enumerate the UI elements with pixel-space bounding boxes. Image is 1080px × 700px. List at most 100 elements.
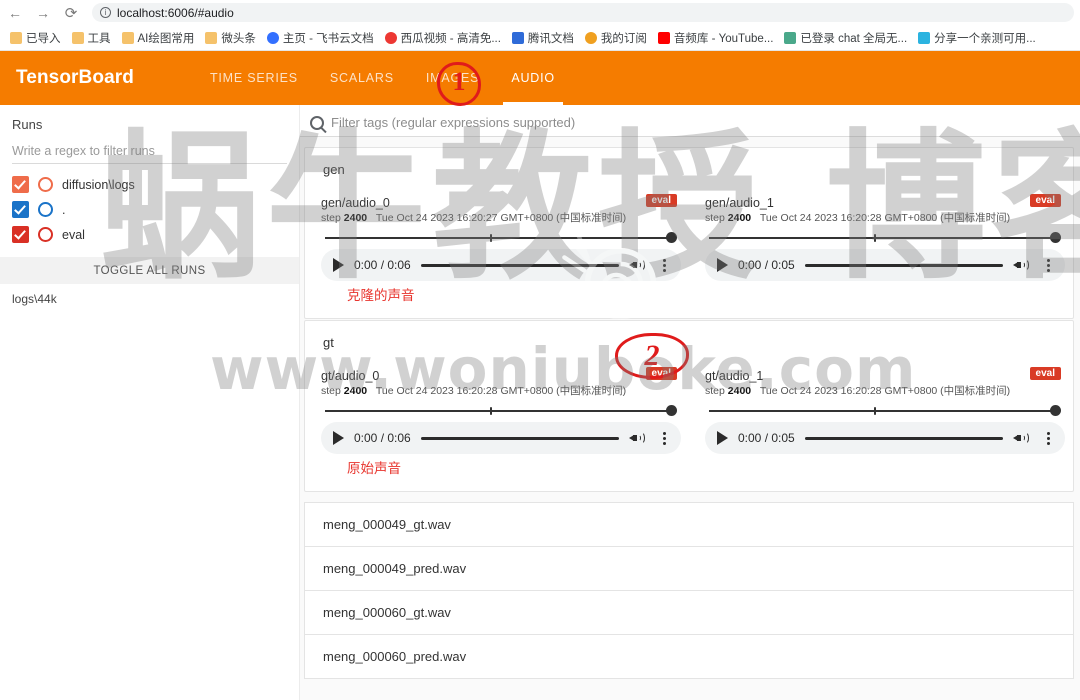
audio-progress-bar[interactable] [805, 264, 1003, 267]
step-value: 2400 [728, 385, 751, 397]
tab-audio[interactable]: AUDIO [495, 51, 571, 105]
audio-card: gt/audio_1step 2400 Tue Oct 24 2023 16:2… [689, 364, 1073, 491]
folder-icon [72, 32, 84, 44]
tag-filter-placeholder: Filter tags (regular expressions support… [331, 115, 575, 130]
audio-progress-bar[interactable] [421, 437, 619, 440]
tab-images[interactable]: IMAGES [410, 51, 495, 105]
audio-time-display: 0:00 / 0:06 [354, 431, 411, 445]
run-checkbox[interactable] [12, 201, 29, 218]
run-row[interactable]: . [0, 197, 299, 222]
audio-progress-bar[interactable] [805, 437, 1003, 440]
bookmark-label: 音频库 - YouTube... [674, 30, 774, 46]
reload-icon[interactable]: ⟳ [62, 4, 80, 22]
audio-step-meta: step 2400 Tue Oct 24 2023 16:20:28 GMT+0… [705, 384, 1021, 399]
audio-card: gt/audio_0step 2400 Tue Oct 24 2023 16:2… [305, 364, 689, 491]
cards-scroll-area[interactable]: gengen/audio_0step 2400 Tue Oct 24 2023 … [300, 147, 1080, 700]
file-row[interactable]: meng_000060_pred.wav [304, 635, 1074, 679]
audio-player[interactable]: 0:00 / 0:05 [705, 422, 1065, 454]
toggle-all-runs-button[interactable]: TOGGLE ALL RUNS [0, 257, 299, 284]
volume-icon[interactable] [1013, 258, 1031, 272]
audio-time-display: 0:00 / 0:05 [738, 431, 795, 445]
bookmarks-bar: 已导入工具AI绘图常用微头条主页 - 飞书云文档 西瓜视频 - 高清免... 腾讯文… [0, 25, 1080, 51]
audio-player[interactable]: 0:00 / 0:06 [321, 249, 681, 281]
step-slider[interactable] [709, 231, 1061, 245]
bookmark-item[interactable]: 工具 [68, 28, 115, 48]
step-slider[interactable] [709, 404, 1061, 418]
file-row[interactable]: meng_000049_pred.wav [304, 547, 1074, 591]
audio-tag-name: gen/audio_0 [321, 195, 637, 211]
bookmark-item[interactable]: 已导入 [6, 28, 65, 48]
run-row[interactable]: eval [0, 222, 299, 247]
bookmark-item[interactable]: 西瓜视频 - 高清免... [381, 28, 505, 48]
play-icon[interactable] [717, 258, 728, 272]
subscription-icon [585, 32, 597, 44]
play-icon[interactable] [333, 431, 344, 445]
tensorboard-tabs: TIME SERIESSCALARSIMAGESAUDIO [194, 51, 571, 105]
run-row[interactable]: diffusion\logs [0, 172, 299, 197]
volume-icon[interactable] [1013, 431, 1031, 445]
bookmark-label: 腾讯文档 [528, 30, 574, 46]
file-row[interactable]: meng_000060_gt.wav [304, 591, 1074, 635]
bookmark-item[interactable]: 已登录 chat 全局无... [780, 28, 911, 48]
audio-card-header: gen/audio_0step 2400 Tue Oct 24 2023 16:… [321, 195, 681, 226]
audio-card-header: gt/audio_1step 2400 Tue Oct 24 2023 16:2… [705, 368, 1065, 399]
file-row[interactable]: meng_000049_gt.wav [304, 502, 1074, 547]
bookmark-label: 已导入 [26, 30, 61, 46]
run-checkbox[interactable] [12, 176, 29, 193]
search-icon [310, 116, 324, 130]
bookmark-item[interactable]: 微头条 [201, 28, 260, 48]
bookmark-item[interactable]: AI绘图常用 [118, 28, 199, 48]
run-badge: eval [1030, 194, 1061, 207]
tensorboard-body: Runs Write a regex to filter runs diffus… [0, 105, 1080, 700]
forward-icon[interactable]: → [34, 4, 52, 22]
tab-time-series[interactable]: TIME SERIES [194, 51, 314, 105]
audio-card-header: gen/audio_1step 2400 Tue Oct 24 2023 16:… [705, 195, 1065, 226]
step-value: 2400 [344, 212, 367, 224]
bookmark-item[interactable]: 主页 - 飞书云文档 [263, 28, 378, 48]
audio-player[interactable]: 0:00 / 0:06 [321, 422, 681, 454]
step-slider[interactable] [325, 404, 677, 418]
bookmark-item[interactable]: 我的订阅 [581, 28, 651, 48]
back-icon[interactable]: ← [6, 4, 24, 22]
bookmark-item[interactable]: 音频库 - YouTube... [654, 28, 778, 48]
kebab-menu-icon[interactable] [1041, 259, 1055, 272]
tab-scalars[interactable]: SCALARS [314, 51, 410, 105]
step-label: step [321, 212, 341, 224]
tag-card-title[interactable]: gt [305, 321, 1073, 364]
bookmark-item[interactable]: 分享一个亲测可用... [914, 28, 1040, 48]
chat-icon [784, 32, 796, 44]
share-icon [918, 32, 930, 44]
play-icon[interactable] [717, 431, 728, 445]
volume-icon[interactable] [629, 258, 647, 272]
kebab-menu-icon[interactable] [1041, 432, 1055, 445]
audio-progress-bar[interactable] [421, 264, 619, 267]
volume-icon[interactable] [629, 431, 647, 445]
kebab-menu-icon[interactable] [657, 259, 671, 272]
audio-player[interactable]: 0:00 / 0:05 [705, 249, 1065, 281]
step-value: 2400 [344, 385, 367, 397]
play-icon[interactable] [333, 258, 344, 272]
audio-step-meta: step 2400 Tue Oct 24 2023 16:20:28 GMT+0… [705, 211, 1021, 226]
feishu-icon [267, 32, 279, 44]
tag-filter-bar[interactable]: Filter tags (regular expressions support… [300, 105, 1080, 137]
info-circle-icon[interactable]: i [100, 7, 111, 18]
bookmark-label: 西瓜视频 - 高清免... [401, 30, 501, 46]
folder-icon [205, 32, 217, 44]
kebab-menu-icon[interactable] [657, 432, 671, 445]
step-slider[interactable] [325, 231, 677, 245]
youtube-icon [658, 32, 670, 44]
tag-card-title[interactable]: gen [305, 148, 1073, 191]
audio-card: gen/audio_0step 2400 Tue Oct 24 2023 16:… [305, 191, 689, 318]
bookmark-item[interactable]: 腾讯文档 [508, 28, 578, 48]
runs-filter-input[interactable]: Write a regex to filter runs [12, 144, 287, 164]
bookmark-label: 我的订阅 [601, 30, 647, 46]
xigua-icon [385, 32, 397, 44]
audio-step-meta: step 2400 Tue Oct 24 2023 16:20:28 GMT+0… [321, 384, 637, 399]
runs-list: diffusion\logs. eval [0, 172, 299, 247]
run-label: . [62, 203, 65, 217]
run-checkbox[interactable] [12, 226, 29, 243]
address-bar[interactable]: i localhost:6006/#audio [92, 3, 1074, 22]
runs-sidebar: Runs Write a regex to filter runs diffus… [0, 105, 300, 700]
step-value: 2400 [728, 212, 751, 224]
tensorboard-header: TensorBoard TIME SERIESSCALARSIMAGESAUDI… [0, 51, 1080, 105]
